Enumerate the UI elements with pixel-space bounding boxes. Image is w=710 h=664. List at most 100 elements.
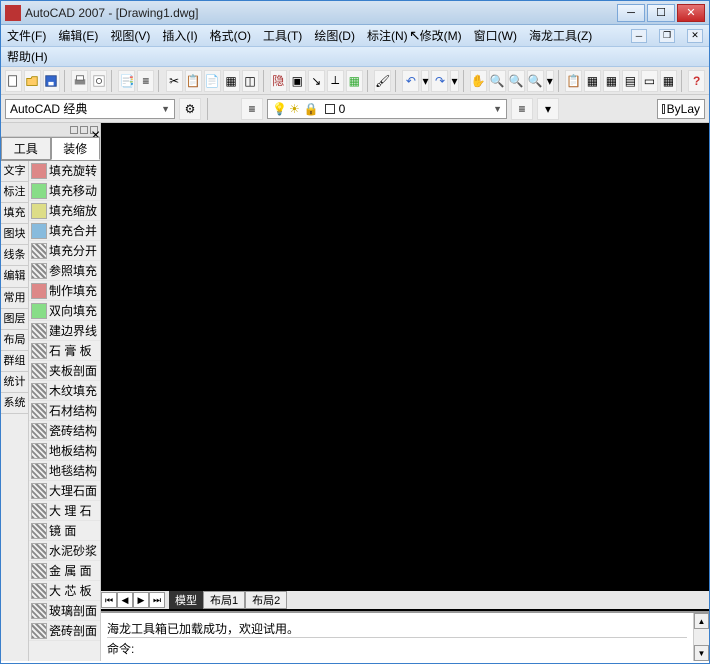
layer-prev-button[interactable]: ≡ — [511, 98, 533, 120]
doc-restore-button[interactable]: ❐ — [659, 29, 675, 43]
category-4[interactable]: 线条 — [1, 245, 28, 266]
palette-item-20[interactable]: 金 属 面 — [29, 561, 100, 581]
minimize-button[interactable]: ─ — [617, 4, 645, 22]
palette-item-0[interactable]: 填充旋转 — [29, 161, 100, 181]
palette-item-11[interactable]: 木纹填充 — [29, 381, 100, 401]
hide-button[interactable]: 隐 — [270, 70, 287, 92]
palette-item-3[interactable]: 填充合并 — [29, 221, 100, 241]
category-8[interactable]: 布局 — [1, 330, 28, 351]
palette-item-19[interactable]: 水泥砂浆 — [29, 541, 100, 561]
calc-button[interactable]: ▦ — [660, 70, 677, 92]
help-button[interactable]: ? — [688, 70, 705, 92]
print-button[interactable] — [71, 70, 88, 92]
doc-close-button[interactable]: ✕ — [687, 29, 703, 43]
layers-button[interactable]: ≡ — [137, 70, 154, 92]
model-tab[interactable]: 模型 — [169, 591, 203, 609]
block-button[interactable]: ◫ — [242, 70, 259, 92]
menu-view[interactable]: 视图(V) — [110, 27, 150, 44]
menu-modify[interactable]: 修改(M) — [420, 27, 462, 44]
palette-item-23[interactable]: 瓷砖剖面 — [29, 621, 100, 641]
pan-button[interactable]: ✋ — [470, 70, 487, 92]
layout2-tab[interactable]: 布局2 — [245, 591, 287, 609]
layout1-tab[interactable]: 布局1 — [203, 591, 245, 609]
palette-close[interactable]: × — [90, 126, 98, 134]
new-button[interactable] — [5, 70, 22, 92]
tab-next-button[interactable]: ▶ — [133, 592, 149, 608]
palette-item-1[interactable]: 填充移动 — [29, 181, 100, 201]
workspace-settings-button[interactable]: ⚙ — [179, 98, 201, 120]
tool-palette-button[interactable]: ▦ — [603, 70, 620, 92]
layer-combo[interactable]: 💡 ☀ 🔒 0 ▼ — [267, 99, 507, 119]
palette-opt2[interactable] — [80, 126, 88, 134]
design-center-button[interactable]: ▦ — [584, 70, 601, 92]
open-button[interactable] — [24, 70, 41, 92]
arrow-button[interactable]: ↘ — [308, 70, 325, 92]
palette-item-6[interactable]: 制作填充 — [29, 281, 100, 301]
zoom-prev-button[interactable]: 🔍 — [508, 70, 525, 92]
copy-button[interactable]: 📋 — [185, 70, 202, 92]
menu-tools[interactable]: 工具(T) — [263, 27, 302, 44]
zoom-drop[interactable]: ▾ — [546, 70, 554, 92]
palette-item-10[interactable]: 夹板剖面 — [29, 361, 100, 381]
undo-button[interactable]: ↶ — [402, 70, 419, 92]
category-0[interactable]: 文字 — [1, 161, 28, 182]
category-2[interactable]: 填充 — [1, 203, 28, 224]
paste-button[interactable]: 📄 — [204, 70, 221, 92]
menu-edit[interactable]: 编辑(E) — [58, 27, 98, 44]
category-5[interactable]: 编辑 — [1, 266, 28, 287]
palette-item-14[interactable]: 地板结构 — [29, 441, 100, 461]
tab-first-button[interactable]: ⏮ — [101, 592, 117, 608]
scroll-down-button[interactable]: ▼ — [694, 645, 709, 661]
menu-hailong[interactable]: 海龙工具(Z) — [529, 27, 592, 44]
properties-button[interactable]: 📋 — [565, 70, 582, 92]
cut-button[interactable]: ✂ — [166, 70, 183, 92]
palette-item-16[interactable]: 大理石面 — [29, 481, 100, 501]
tab-prev-button[interactable]: ◀ — [117, 592, 133, 608]
zoom-win-button[interactable]: 🔍 — [527, 70, 544, 92]
sheet-button[interactable]: ▤ — [622, 70, 639, 92]
palette-item-18[interactable]: 镜 面 — [29, 521, 100, 541]
workspace-combo[interactable]: AutoCAD 经典 ▼ — [5, 99, 175, 119]
command-input[interactable]: 命令: — [107, 637, 687, 657]
palette-item-13[interactable]: 瓷砖结构 — [29, 421, 100, 441]
palette-item-9[interactable]: 石 膏 板 — [29, 341, 100, 361]
close-button[interactable]: ✕ — [677, 4, 705, 22]
palette-item-4[interactable]: 填充分开 — [29, 241, 100, 261]
category-1[interactable]: 标注 — [1, 182, 28, 203]
menu-file[interactable]: 文件(F) — [7, 27, 46, 44]
palette-item-22[interactable]: 玻璃剖面 — [29, 601, 100, 621]
brush-button[interactable]: 🖌 — [374, 70, 391, 92]
palette-tab-decor[interactable]: 装修 — [51, 137, 101, 160]
palette-opt1[interactable] — [70, 126, 78, 134]
category-9[interactable]: 群组 — [1, 351, 28, 372]
preview-button[interactable] — [90, 70, 107, 92]
category-10[interactable]: 统计 — [1, 372, 28, 393]
palette-item-12[interactable]: 石材结构 — [29, 401, 100, 421]
menu-window[interactable]: 窗口(W) — [474, 27, 517, 44]
category-11[interactable]: 系统 — [1, 393, 28, 414]
doc-minimize-button[interactable]: ─ — [631, 29, 647, 43]
save-button[interactable] — [43, 70, 60, 92]
scroll-up-button[interactable]: ▲ — [694, 613, 709, 629]
category-6[interactable]: 常用 — [1, 288, 28, 309]
ref-button[interactable]: ▣ — [289, 70, 306, 92]
maximize-button[interactable]: ☐ — [647, 4, 675, 22]
undo-drop[interactable]: ▾ — [421, 70, 429, 92]
menu-draw[interactable]: 绘图(D) — [314, 27, 355, 44]
palette-item-15[interactable]: 地毯结构 — [29, 461, 100, 481]
palette-item-5[interactable]: 参照填充 — [29, 261, 100, 281]
tab-last-button[interactable]: ⏭ — [149, 592, 165, 608]
palette-item-2[interactable]: 填充缩放 — [29, 201, 100, 221]
match-button[interactable]: ▦ — [223, 70, 240, 92]
palette-item-8[interactable]: 建边界线 — [29, 321, 100, 341]
palette-item-17[interactable]: 大 理 石 — [29, 501, 100, 521]
redo-drop[interactable]: ▾ — [450, 70, 458, 92]
palette-item-21[interactable]: 大 芯 板 — [29, 581, 100, 601]
publish-button[interactable]: 📑 — [118, 70, 135, 92]
markup-button[interactable]: ▭ — [641, 70, 658, 92]
menu-dimension[interactable]: 标注(N) — [367, 27, 408, 44]
redo-button[interactable]: ↷ — [431, 70, 448, 92]
drawing-canvas[interactable] — [101, 123, 709, 591]
palette-tab-tools[interactable]: 工具 — [1, 137, 51, 160]
dim-button[interactable]: ⟂ — [327, 70, 344, 92]
